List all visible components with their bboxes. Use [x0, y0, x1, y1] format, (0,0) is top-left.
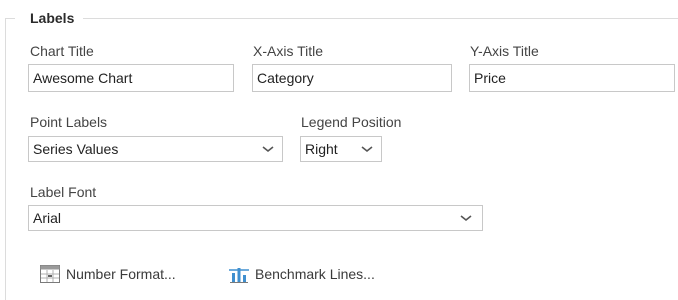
chart-title-label: Chart Title	[30, 43, 94, 59]
point-labels-select[interactable]: Series Values	[28, 136, 283, 162]
benchmark-lines-icon	[229, 268, 249, 283]
legend-position-value: Right	[305, 141, 338, 157]
chevron-down-icon	[460, 215, 472, 222]
section-legend: Labels	[30, 9, 79, 27]
chevron-down-icon	[262, 146, 274, 153]
number-format-button[interactable]: Number Format...	[40, 263, 176, 285]
benchmark-lines-label: Benchmark Lines...	[255, 266, 375, 282]
fieldset-top-border-right	[83, 18, 678, 19]
benchmark-lines-button[interactable]: Benchmark Lines...	[229, 263, 375, 285]
point-labels-label: Point Labels	[30, 114, 108, 130]
number-format-label: Number Format...	[66, 266, 176, 282]
legend-position-select[interactable]: Right	[300, 136, 382, 162]
label-font-select[interactable]: Arial	[28, 205, 483, 231]
label-font-value: Arial	[33, 210, 62, 226]
x-axis-title-label: X-Axis Title	[253, 43, 324, 59]
y-axis-title-label: Y-Axis Title	[470, 43, 539, 59]
x-axis-title-input[interactable]	[252, 64, 452, 92]
label-font-label: Label Font	[30, 184, 97, 200]
y-axis-title-input[interactable]	[469, 64, 675, 92]
fieldset-top-border-left	[5, 18, 15, 19]
number-format-icon	[40, 265, 60, 283]
point-labels-value: Series Values	[33, 141, 119, 157]
chevron-down-icon	[361, 146, 373, 153]
legend-position-label: Legend Position	[301, 114, 402, 130]
fieldset-left-border	[5, 18, 6, 300]
chart-title-input[interactable]	[28, 64, 234, 92]
